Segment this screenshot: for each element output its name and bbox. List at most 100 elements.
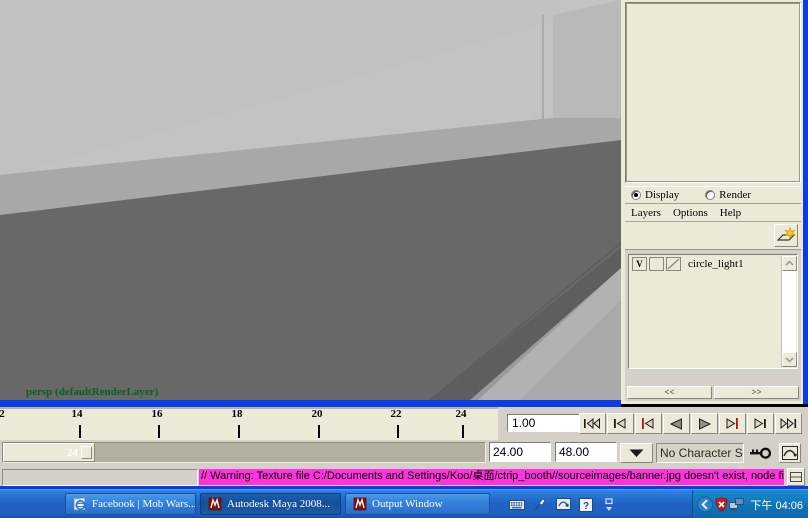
timeline-tick-label: 22 [390, 409, 402, 420]
layer-editor-menubar: Layers Options Help [625, 204, 801, 222]
animation-preferences-icon [782, 446, 798, 460]
list-item[interactable]: V circle_light1 [629, 255, 797, 271]
go-to-end-icon [780, 418, 797, 429]
range-end-field[interactable]: 48.00 [555, 442, 617, 462]
internet-explorer-icon [72, 497, 87, 512]
keyboard-icon[interactable] [509, 497, 525, 513]
next-key-icon [726, 418, 738, 429]
timeline-tick-label: 14 [71, 409, 83, 420]
step-forward-key-button[interactable] [719, 413, 746, 434]
language-bar: ? [509, 490, 617, 518]
prev-key-icon [642, 418, 654, 429]
timeline-tick-mark [462, 425, 464, 438]
key-icon [750, 447, 772, 459]
next-bar-icon [754, 418, 766, 429]
chevron-left-icon[interactable] [697, 496, 714, 513]
layer-visibility-toggle[interactable]: V [632, 257, 647, 271]
auto-key-button[interactable] [748, 443, 774, 463]
help-icon[interactable]: ? [578, 497, 594, 513]
radio-render-dot [705, 190, 716, 200]
right-border-highlight [803, 0, 808, 404]
animation-preferences-button[interactable] [779, 443, 801, 463]
ime-pad-icon[interactable] [555, 497, 571, 513]
radio-render-label: Render [719, 189, 751, 201]
scroll-down-button[interactable] [782, 352, 797, 367]
range-start-handle-value: 24 [67, 446, 78, 459]
taskbar-item-maya[interactable]: Autodesk Maya 2008... [200, 493, 341, 515]
step-back-key-button[interactable] [635, 413, 662, 434]
expand-icon[interactable] [601, 497, 617, 513]
system-tray: 下午 04:06 [692, 490, 808, 518]
layer-reference-toggle[interactable] [649, 257, 664, 271]
taskbar-item-label: Facebook | Mob Wars... [92, 498, 196, 510]
step-back-range-button[interactable] [607, 413, 634, 434]
character-set-dropdown-button[interactable] [620, 443, 653, 463]
current-time-field[interactable]: 1.00 [507, 414, 580, 432]
timeline-tick-mark [397, 425, 399, 438]
script-editor-button[interactable] [787, 468, 805, 486]
chevron-up-icon [785, 260, 794, 266]
step-forward-range-button[interactable] [747, 413, 774, 434]
go-to-start-button[interactable] [579, 413, 606, 434]
layer-list[interactable]: V circle_light1 [628, 254, 798, 369]
playback-transport-controls [579, 413, 803, 434]
maya-application-window: persp (defaultRenderLayer) Display Rende… [0, 0, 808, 518]
microphone-icon[interactable] [532, 497, 548, 513]
timeline-tick-label: 16 [151, 409, 163, 420]
character-set-field[interactable]: No Character Set [656, 443, 744, 463]
time-slider[interactable]: 2 14 16 18 20 22 24 [0, 409, 498, 440]
network-icon[interactable] [729, 497, 745, 513]
layer-shading-swatch[interactable] [666, 257, 681, 271]
range-slider-start-handle[interactable]: 24 [3, 443, 95, 462]
timeline-tick-mark [318, 425, 320, 438]
taskbar-item-label: Autodesk Maya 2008... [227, 498, 330, 510]
layer-pagination: << >> [627, 386, 799, 399]
timeline-tick-label: 24 [455, 409, 467, 420]
go-to-start-icon [584, 418, 600, 429]
layer-name[interactable]: circle_light1 [688, 258, 744, 270]
new-layer-button[interactable] [774, 224, 798, 247]
radio-display-label: Display [645, 189, 680, 201]
maya-icon [352, 497, 367, 512]
prev-bar-icon [614, 418, 626, 429]
perspective-viewport[interactable]: persp (defaultRenderLayer) [0, 0, 621, 400]
menu-help[interactable]: Help [720, 207, 741, 219]
range-start-field[interactable]: 24.00 [489, 442, 551, 462]
page-prev-button[interactable]: << [627, 386, 712, 399]
security-alert-icon[interactable] [713, 497, 729, 513]
go-to-end-button[interactable] [775, 413, 802, 434]
page-next-button[interactable]: >> [714, 386, 799, 399]
diagonal-line-icon [667, 258, 680, 270]
menu-options[interactable]: Options [673, 207, 708, 219]
viewport-3d-scene [0, 0, 621, 400]
play-backwards-button[interactable] [663, 413, 690, 434]
chevron-down-icon [785, 357, 794, 363]
new-layer-icon [776, 226, 796, 241]
script-editor-icon [790, 472, 802, 482]
channel-box-content [626, 3, 800, 182]
channel-box[interactable] [625, 2, 801, 183]
range-slider-grip[interactable] [81, 446, 92, 459]
radio-render[interactable]: Render [705, 189, 751, 201]
play-forwards-icon [699, 417, 712, 430]
taskbar-item-output-window[interactable]: Output Window [345, 493, 490, 515]
scroll-up-button[interactable] [782, 256, 797, 271]
radio-display-dot [631, 190, 641, 200]
layer-list-scrollbar[interactable] [781, 256, 797, 367]
maya-icon [207, 497, 222, 512]
timeline-tick-label: 20 [311, 409, 323, 420]
layer-editor-mode-radios: Display Render [625, 187, 801, 204]
clock[interactable]: 下午 04:06 [750, 497, 803, 513]
layer-editor: Display Render Layers Options Help V cir… [625, 186, 801, 401]
triangle-down-icon [629, 449, 644, 457]
play-forwards-button[interactable] [691, 413, 718, 434]
taskbar-item-facebook[interactable]: Facebook | Mob Wars... [65, 493, 196, 515]
play-backwards-icon [669, 417, 682, 430]
command-input-field[interactable] [2, 469, 198, 486]
timeline-tick-mark [238, 425, 240, 438]
taskbar-item-label: Output Window [372, 498, 443, 510]
menu-layers[interactable]: Layers [631, 207, 661, 219]
range-slider-track[interactable]: 24 [2, 442, 486, 463]
radio-display[interactable]: Display [631, 189, 679, 201]
warning-message: // Warning: Texture file C:/Documents an… [199, 469, 784, 485]
